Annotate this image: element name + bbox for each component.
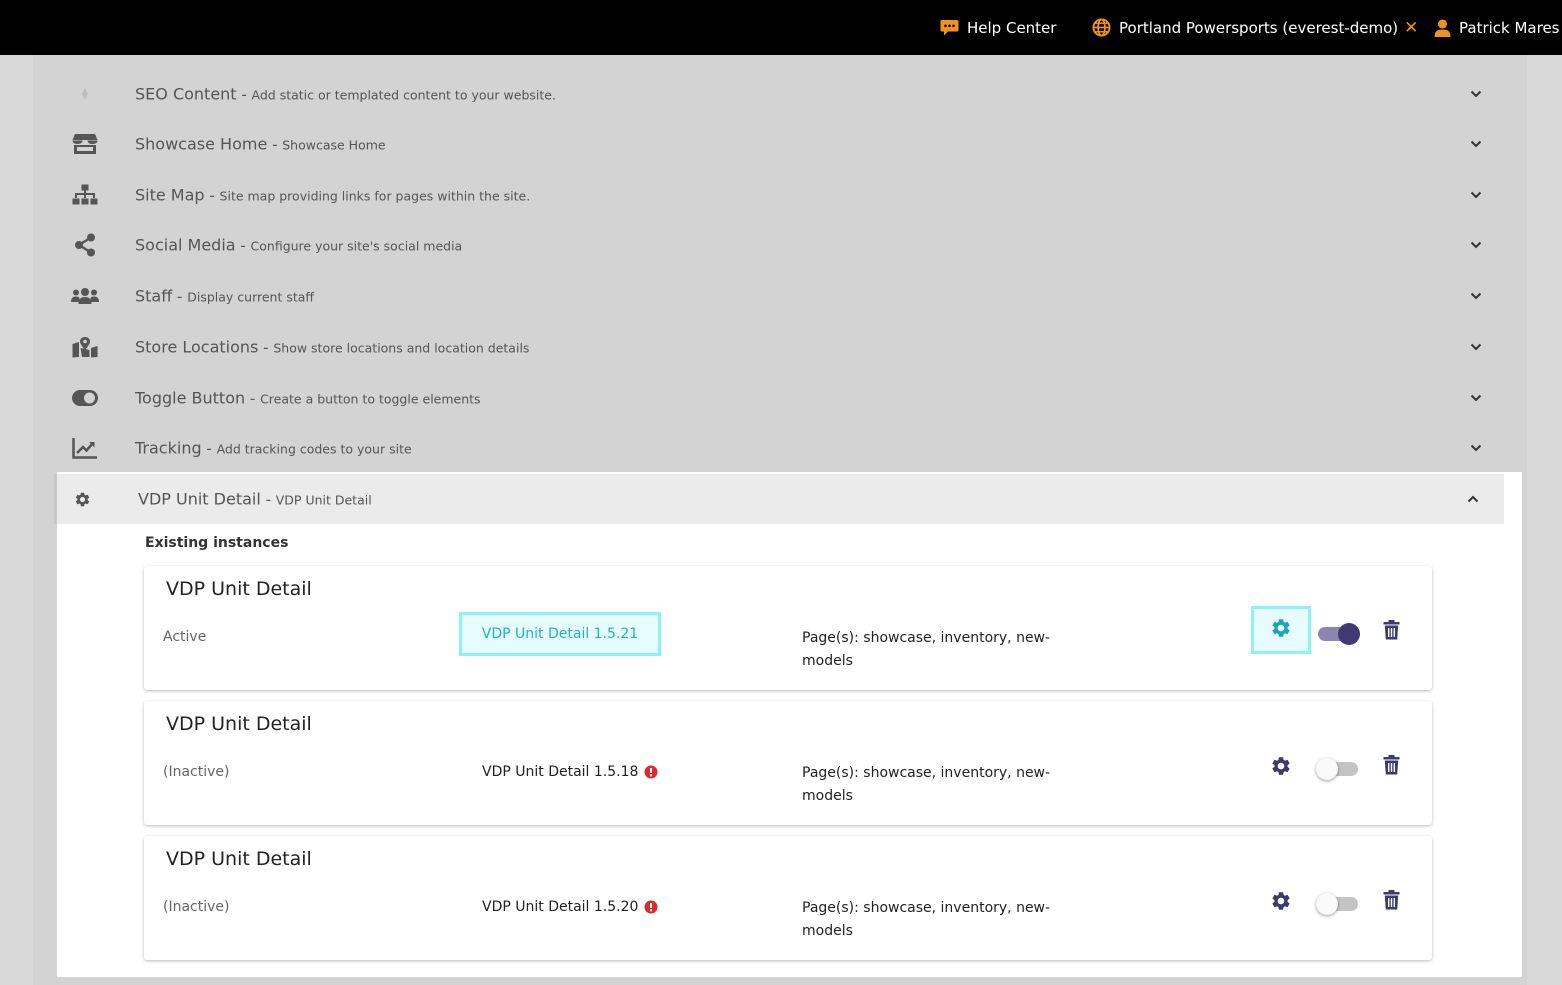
module-row-site-map[interactable]: Site Map - Site map providing links for …: [57, 170, 1504, 220]
warning-icon: [644, 765, 658, 779]
instance-pages: Page(s): showcase, inventory, new-models: [802, 765, 1051, 804]
top-bar: Help Center Portland Powersports (everes…: [0, 0, 1562, 55]
module-title: Showcase Home: [135, 134, 268, 154]
chevron-down-icon[interactable]: [1469, 289, 1483, 303]
warning-icon: [644, 900, 658, 914]
chevron-down-icon[interactable]: [1469, 87, 1483, 101]
instance-title: VDP Unit Detail: [166, 578, 312, 600]
toggle-icon: [71, 386, 99, 410]
module-row-tracking[interactable]: Tracking - Add tracking codes to your si…: [57, 423, 1504, 473]
chevron-down-icon[interactable]: [1469, 441, 1483, 455]
chevron-down-icon[interactable]: [1469, 238, 1483, 252]
delete-button[interactable]: [1379, 754, 1403, 780]
gear-icon: [1270, 755, 1292, 781]
delete-button[interactable]: [1379, 619, 1403, 645]
gear-icon: [1270, 890, 1292, 916]
close-icon[interactable]: ✕: [1404, 18, 1418, 38]
module-title: Toggle Button: [135, 388, 246, 408]
chevron-up-icon[interactable]: [1466, 492, 1480, 506]
chevron-down-icon[interactable]: [1469, 188, 1483, 202]
module-description: Showcase Home: [282, 137, 386, 153]
instance-version-link[interactable]: VDP Unit Detail 1.5.18: [482, 764, 658, 780]
module-description: Configure your site's social media: [250, 238, 463, 254]
instance-version-label: VDP Unit Detail 1.5.18: [482, 764, 639, 780]
active-toggle[interactable]: [1316, 757, 1362, 781]
map-marked-icon: [71, 335, 99, 359]
chat-icon: [940, 19, 959, 37]
module-title: Social Media: [135, 235, 236, 255]
chevron-down-icon[interactable]: [1469, 391, 1483, 405]
trash-icon: [1383, 620, 1400, 644]
module-row-store-locations[interactable]: Store Locations - Show store locations a…: [57, 322, 1504, 372]
sitemap-icon: [71, 183, 99, 207]
module-description: Display current staff: [187, 289, 315, 305]
module-row-staff[interactable]: Staff - Display current staff: [57, 271, 1504, 321]
help-center-label: Help Center: [967, 18, 1057, 37]
share-icon: [71, 233, 99, 257]
active-toggle[interactable]: [1316, 622, 1362, 646]
store-icon: [71, 132, 99, 156]
instance-status: (Inactive): [163, 764, 230, 780]
module-title: Site Map: [135, 185, 205, 205]
module-description: Site map providing links for pages withi…: [219, 188, 531, 204]
settings-button[interactable]: [1266, 888, 1296, 918]
gear-icon: [68, 487, 96, 511]
module-row-toggle-button[interactable]: Toggle Button - Create a button to toggl…: [57, 373, 1504, 423]
instance-version-label: VDP Unit Detail 1.5.20: [482, 899, 639, 915]
chevron-down-icon[interactable]: [1469, 137, 1483, 151]
instance-card: VDP Unit Detail Active VDP Unit Detail 1…: [144, 566, 1432, 690]
trash-icon: [1383, 755, 1400, 779]
module-title: VDP Unit Detail: [138, 489, 261, 509]
instance-status: Active: [163, 629, 207, 645]
module-row-seo-content[interactable]: SEO Content - Add static or templated co…: [57, 69, 1504, 119]
user-icon: [1434, 19, 1451, 37]
instance-version-link[interactable]: VDP Unit Detail 1.5.21: [459, 612, 661, 656]
module-description: Add tracking codes to your site: [216, 441, 412, 457]
instance-version-label: VDP Unit Detail 1.5.21: [481, 626, 639, 642]
instance-version-link[interactable]: VDP Unit Detail 1.5.20: [482, 899, 658, 915]
user-name: Patrick Mares: [1459, 18, 1560, 37]
module-row-social-media[interactable]: Social Media - Configure your site's soc…: [57, 220, 1504, 270]
instance-pages: Page(s): showcase, inventory, new-models: [802, 630, 1051, 669]
instance-title: VDP Unit Detail: [166, 713, 312, 735]
module-description: VDP Unit Detail: [275, 492, 372, 508]
module-description: Show store locations and location detail…: [273, 340, 530, 356]
user-menu[interactable]: Patrick Mares: [1434, 0, 1560, 55]
gear-icon: [1270, 617, 1292, 643]
module-title: SEO Content: [135, 84, 237, 104]
trash-icon: [1383, 890, 1400, 914]
existing-instances-heading: Existing instances: [145, 535, 289, 551]
instance-title: VDP Unit Detail: [166, 848, 312, 870]
instance-card: VDP Unit Detail (Inactive) VDP Unit Deta…: [144, 701, 1432, 825]
chart-line-icon: [71, 436, 99, 460]
globe-icon: [1092, 18, 1111, 37]
module-title: Tracking: [135, 438, 202, 458]
instance-status: (Inactive): [163, 899, 230, 915]
users-icon: [71, 284, 99, 308]
delete-button[interactable]: [1379, 889, 1403, 915]
site-name: Portland Powersports (everest-demo): [1119, 18, 1399, 37]
help-center-link[interactable]: Help Center: [940, 0, 1056, 55]
module-title: Staff: [135, 286, 173, 306]
module-description: Add static or templated content to your …: [251, 87, 556, 103]
module-title: Store Locations: [135, 337, 259, 357]
module-row-vdp-unit-detail[interactable]: VDP Unit Detail - VDP Unit Detail: [54, 474, 1504, 524]
diamond-icon: [71, 82, 99, 106]
settings-button[interactable]: [1251, 606, 1311, 654]
module-row-showcase-home[interactable]: Showcase Home - Showcase Home: [57, 119, 1504, 169]
chevron-down-icon[interactable]: [1469, 340, 1483, 354]
site-selector[interactable]: Portland Powersports (everest-demo) ✕: [1092, 0, 1418, 55]
instance-pages: Page(s): showcase, inventory, new-models: [802, 900, 1051, 939]
settings-button[interactable]: [1266, 753, 1296, 783]
module-description: Create a button to toggle elements: [260, 391, 481, 407]
active-toggle[interactable]: [1316, 892, 1362, 916]
instance-card: VDP Unit Detail (Inactive) VDP Unit Deta…: [144, 836, 1432, 960]
